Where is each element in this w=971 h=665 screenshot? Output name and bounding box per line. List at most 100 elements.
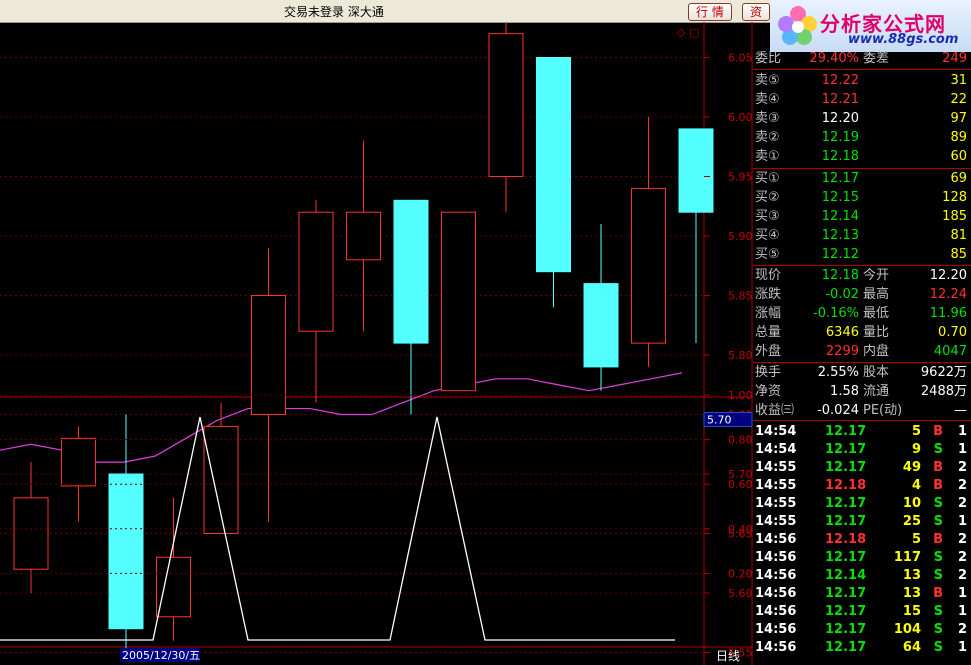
candle-body xyxy=(536,57,571,273)
tick-count: 1 xyxy=(957,442,967,457)
osc-tick-label: 1.00 xyxy=(728,389,753,402)
tick-side: S xyxy=(933,442,943,457)
ask-price: 12.21 xyxy=(821,92,859,107)
stat-row: 外盘 2299 内盘 4047 xyxy=(753,343,971,361)
candle-body xyxy=(346,211,381,261)
price-tick-label: 5.65 xyxy=(728,528,753,541)
tick-price: 12.17 xyxy=(825,550,867,565)
stat-label: 最低 xyxy=(863,306,890,321)
tick-volume: 104 xyxy=(893,622,921,637)
ask-row: 卖⑤ 12.22 31 xyxy=(753,72,971,90)
bid-label: 买④ xyxy=(755,228,780,243)
tick-row: 14:56 12.17 117 S 2 xyxy=(753,549,971,567)
tick-time: 14:54 xyxy=(755,424,797,439)
tick-count: 2 xyxy=(957,568,967,583)
bid-row: 买① 12.17 69 xyxy=(753,170,971,188)
fund-value: 9622万 xyxy=(920,365,967,380)
ask-label: 卖① xyxy=(755,149,780,164)
stat-label: 现价 xyxy=(755,268,782,283)
tick-side: B xyxy=(933,532,943,547)
price-tick-label: 5.90 xyxy=(728,230,753,243)
weibi-row: 委比 29.40% 委差 249 xyxy=(753,50,971,68)
tick-count: 2 xyxy=(957,622,967,637)
tick-side: S xyxy=(933,604,943,619)
osc-tick-label: 0.20 xyxy=(728,567,753,580)
tick-row: 14:55 12.17 25 S 1 xyxy=(753,513,971,531)
tick-time: 14:56 xyxy=(755,586,797,601)
candle-body xyxy=(393,199,429,344)
bid-volume: 81 xyxy=(950,228,967,243)
fund-value: — xyxy=(954,403,967,418)
ask-price: 12.19 xyxy=(821,130,859,145)
tick-side: B xyxy=(933,424,943,439)
tick-row: 14:55 12.17 10 S 2 xyxy=(753,495,971,513)
ask-row: 卖④ 12.21 22 xyxy=(753,91,971,109)
stat-label: 量比 xyxy=(863,325,890,340)
tick-row: 14:55 12.17 49 B 2 xyxy=(753,459,971,477)
stat-value: 2299 xyxy=(825,344,859,359)
tick-row: 14:56 12.17 64 S 1 xyxy=(753,639,971,657)
tick-side: S xyxy=(933,622,943,637)
tick-price: 12.17 xyxy=(825,640,867,655)
candle-body xyxy=(108,473,144,630)
stat-label: 涨跌 xyxy=(755,287,782,302)
tick-row: 14:56 12.18 5 B 2 xyxy=(753,531,971,549)
tick-volume: 4 xyxy=(911,478,921,493)
fund-value: 2488万 xyxy=(920,384,967,399)
fund-label: 换手 xyxy=(755,365,782,380)
stat-label: 外盘 xyxy=(755,344,782,359)
panel-divider xyxy=(753,265,971,266)
fund-value: 1.58 xyxy=(830,384,859,399)
panel-divider xyxy=(753,168,971,169)
ask-volume: 97 xyxy=(950,111,967,126)
candle-body xyxy=(251,295,286,415)
ask-price: 12.22 xyxy=(821,73,859,88)
stat-row: 涨跌 -0.02 最高 12.24 xyxy=(753,286,971,304)
info-button[interactable]: 资 xyxy=(742,3,771,21)
tick-row: 14:56 12.17 104 S 2 xyxy=(753,621,971,639)
ma-line xyxy=(0,372,683,463)
tick-price: 12.18 xyxy=(825,532,867,547)
kline-chart[interactable]: 6.12 1.000.800.600.400.202005/12/30/五日线 … xyxy=(0,22,753,665)
bid-label: 买③ xyxy=(755,209,780,224)
tick-price: 12.18 xyxy=(825,478,867,493)
candle-body xyxy=(678,128,714,213)
ask-label: 卖⑤ xyxy=(755,73,780,88)
ask-volume: 89 xyxy=(950,130,967,145)
candle-body xyxy=(61,437,96,487)
bid-volume: 85 xyxy=(950,247,967,262)
tick-count: 1 xyxy=(957,514,967,529)
bid-price: 12.17 xyxy=(821,171,859,186)
candle-body xyxy=(156,556,191,618)
stat-value: 12.20 xyxy=(929,268,967,283)
bid-volume: 128 xyxy=(942,190,967,205)
quote-button[interactable]: 行 情 xyxy=(688,3,732,21)
tick-price: 12.17 xyxy=(825,622,867,637)
tick-side: S xyxy=(933,568,943,583)
stat-label: 今开 xyxy=(863,268,890,283)
tick-price: 12.17 xyxy=(825,514,867,529)
tick-time: 14:56 xyxy=(755,532,797,547)
tick-volume: 64 xyxy=(902,640,921,655)
tick-time: 14:55 xyxy=(755,460,797,475)
tick-price: 12.17 xyxy=(825,496,867,511)
tick-side: S xyxy=(933,640,943,655)
tick-row: 14:56 12.17 15 S 1 xyxy=(753,603,971,621)
ask-volume: 22 xyxy=(950,92,967,107)
stat-value: 0.70 xyxy=(938,325,967,340)
stat-label: 内盘 xyxy=(863,344,890,359)
tick-volume: 25 xyxy=(902,514,921,529)
tick-time: 14:55 xyxy=(755,514,797,529)
tick-volume: 13 xyxy=(902,568,921,583)
date-label: 2005/12/30/五 xyxy=(122,649,200,662)
tick-side: S xyxy=(933,550,943,565)
candle-body xyxy=(441,211,476,392)
price-tick-label: 5.85 xyxy=(728,290,753,303)
tick-side: B xyxy=(933,478,943,493)
tick-row: 14:54 12.17 9 S 1 xyxy=(753,441,971,459)
tick-count: 2 xyxy=(957,460,967,475)
stat-row: 现价 12.18 今开 12.20 xyxy=(753,267,971,285)
candle-body xyxy=(298,211,334,332)
bid-label: 买⑤ xyxy=(755,247,780,262)
candle-body xyxy=(631,187,666,344)
